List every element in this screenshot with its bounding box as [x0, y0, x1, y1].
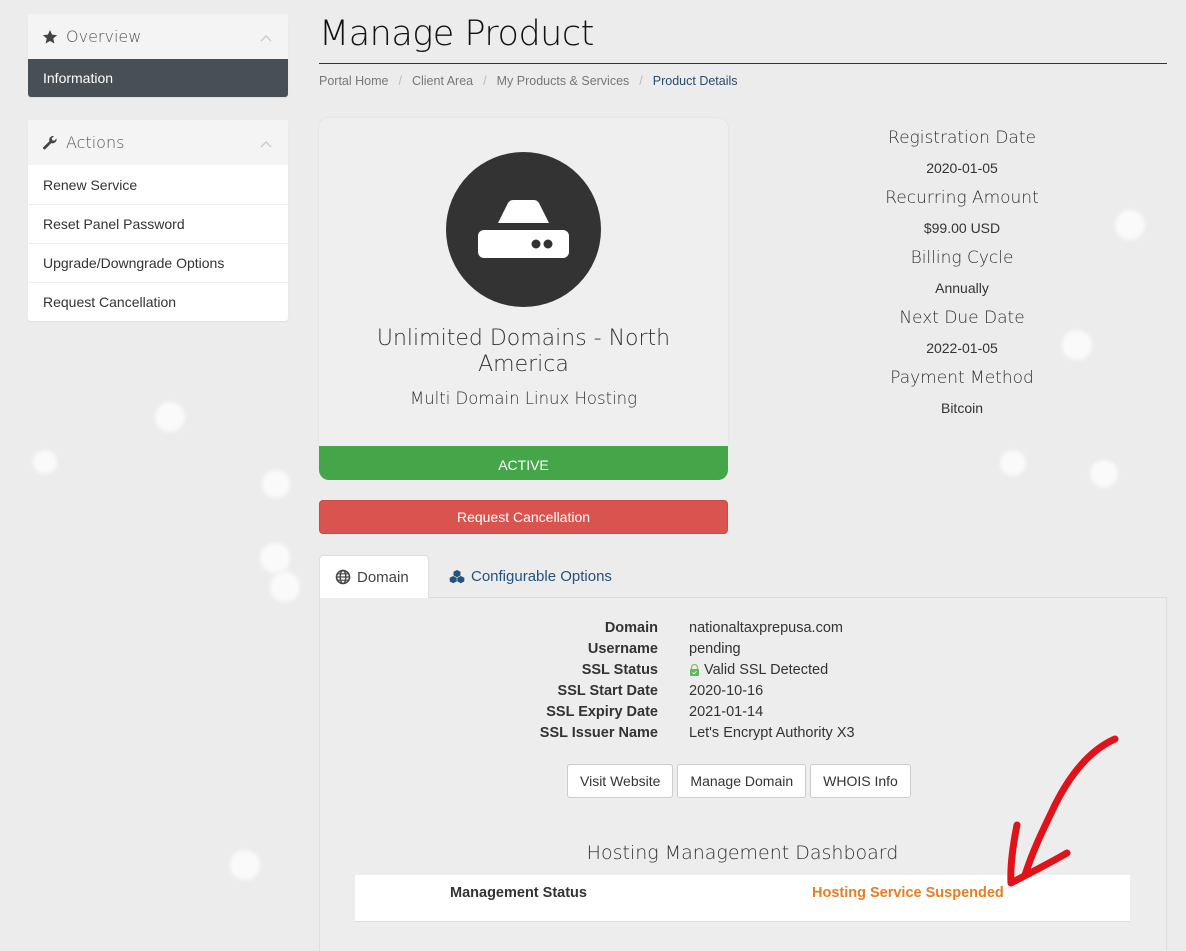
ssl-status-value: Valid SSL Detected — [704, 661, 829, 678]
ssl-issuer-row: SSL Issuer Name Let's Encrypt Authority … — [520, 722, 855, 743]
tab-label: Configurable Options — [471, 568, 612, 585]
sidebar-item-reset-panel-password[interactable]: Reset Panel Password — [28, 204, 288, 243]
ssl-expiry-date-row: SSL Expiry Date 2021-01-14 — [520, 701, 855, 722]
background-dot — [230, 850, 260, 880]
billing-cycle-label: Billing Cycle — [910, 248, 1014, 268]
domain-row: Domain nationaltaxprepusa.com — [520, 617, 855, 638]
wrench-icon — [42, 135, 58, 151]
registration-date-label: Registration Date — [888, 128, 1036, 148]
breadcrumb-separator: / — [483, 74, 487, 88]
recurring-amount-label: Recurring Amount — [885, 188, 1039, 208]
globe-icon — [335, 569, 351, 585]
page-title: Manage Product — [319, 14, 594, 54]
title-divider — [319, 63, 1167, 64]
payment-method-value: Bitcoin — [940, 400, 984, 416]
ssl-start-date-value: 2020-10-16 — [689, 682, 764, 699]
sidebar-item-upgrade-downgrade[interactable]: Upgrade/Downgrade Options — [28, 243, 288, 282]
domain-button-group: Visit Website Manage Domain WHOIS Info — [567, 764, 915, 798]
background-dot — [155, 402, 185, 432]
sidebar-actions-title: Actions — [66, 133, 125, 152]
domain-key: Domain — [604, 619, 658, 636]
sidebar-item-information[interactable]: Information — [28, 59, 288, 97]
cubes-icon — [449, 569, 465, 585]
background-dot — [270, 572, 300, 602]
management-status-label: Management Status — [450, 885, 587, 901]
sidebar-item-label: Upgrade/Downgrade Options — [43, 255, 225, 271]
ssl-status-row: SSL Status Valid SSL Detected — [520, 659, 855, 680]
tab-configurable-options[interactable]: Configurable Options — [434, 555, 627, 598]
recurring-amount-value: $99.00 USD — [923, 220, 1001, 236]
username-key: Username — [587, 640, 658, 657]
sidebar-item-request-cancellation[interactable]: Request Cancellation — [28, 282, 288, 321]
background-dot — [1090, 460, 1118, 488]
whois-info-button[interactable]: WHOIS Info — [810, 764, 911, 798]
ssl-start-date-key: SSL Start Date — [557, 682, 658, 699]
visit-website-button[interactable]: Visit Website — [567, 764, 674, 798]
manage-domain-button[interactable]: Manage Domain — [677, 764, 807, 798]
domain-info-list: Domain nationaltaxprepusa.com Username p… — [520, 617, 855, 743]
breadcrumb-my-products[interactable]: My Products & Services — [497, 74, 630, 88]
product-card: Unlimited Domains - North America Multi … — [319, 118, 728, 453]
ssl-status-key: SSL Status — [581, 661, 658, 678]
tab-label: Domain — [357, 568, 409, 586]
billing-info: Registration Date 2020-01-05 Recurring A… — [842, 124, 1082, 424]
background-dot — [1115, 210, 1145, 240]
chevron-up-icon[interactable] — [260, 134, 272, 148]
sidebar-item-label: Request Cancellation — [43, 294, 177, 310]
billing-cycle-value: Annually — [935, 280, 989, 296]
domain-value: nationaltaxprepusa.com — [689, 619, 843, 636]
username-value: pending — [689, 640, 741, 657]
sidebar-overview-panel: Overview Information — [28, 14, 288, 97]
star-icon — [42, 29, 58, 45]
breadcrumb-client-area[interactable]: Client Area — [412, 74, 473, 88]
ssl-expiry-date-key: SSL Expiry Date — [546, 703, 658, 720]
sidebar-item-label: Renew Service — [43, 176, 138, 193]
background-dot — [1000, 450, 1026, 476]
ssl-start-date-row: SSL Start Date 2020-10-16 — [520, 680, 855, 701]
registration-date-value: 2020-01-05 — [926, 160, 998, 176]
payment-method-label: Payment Method — [890, 368, 1034, 388]
next-due-date-label: Next Due Date — [899, 308, 1025, 328]
management-status-value: Hosting Service Suspended — [812, 885, 1004, 901]
sidebar-actions-panel: Actions Renew Service Reset Panel Passwo… — [28, 120, 288, 321]
product-icon-circle — [446, 152, 601, 307]
ssl-issuer-key: SSL Issuer Name — [539, 724, 658, 741]
username-row: Username pending — [520, 638, 855, 659]
sidebar-item-renew-service[interactable]: Renew Service — [28, 165, 288, 204]
breadcrumb-product-details: Product Details — [652, 74, 738, 88]
dashboard-title: Hosting Management Dashboard — [586, 842, 899, 864]
hdd-icon — [478, 200, 569, 258]
dashboard-table: Management Status Hosting Service Suspen… — [355, 875, 1130, 922]
sidebar-actions-header[interactable]: Actions — [28, 120, 288, 165]
breadcrumb: Portal Home / Client Area / My Products … — [319, 74, 738, 88]
chevron-up-icon[interactable] — [260, 28, 272, 42]
next-due-date-value: 2022-01-05 — [926, 340, 998, 356]
lock-icon — [689, 663, 700, 676]
background-dot — [33, 450, 57, 474]
sidebar-overview-title: Overview — [66, 27, 142, 46]
ssl-expiry-date-value: 2021-01-14 — [689, 703, 764, 720]
tab-domain[interactable]: Domain — [319, 555, 429, 598]
sidebar-item-label: Reset Panel Password — [43, 216, 185, 232]
ssl-status-value-wrap: Valid SSL Detected — [689, 662, 828, 678]
breadcrumb-separator: / — [639, 74, 643, 88]
product-group: Multi Domain Linux Hosting — [409, 389, 638, 408]
product-status-badge: ACTIVE — [319, 446, 728, 480]
sidebar-item-label: Information — [43, 70, 114, 86]
sidebar-overview-header[interactable]: Overview — [28, 14, 288, 59]
ssl-issuer-value: Let's Encrypt Authority X3 — [689, 724, 855, 741]
background-dot — [260, 543, 290, 573]
background-dot — [262, 470, 290, 498]
breadcrumb-portal-home[interactable]: Portal Home — [319, 74, 388, 88]
request-cancellation-button[interactable]: Request Cancellation — [319, 500, 728, 534]
breadcrumb-separator: / — [398, 74, 402, 88]
product-name: Unlimited Domains - North America — [376, 326, 671, 377]
